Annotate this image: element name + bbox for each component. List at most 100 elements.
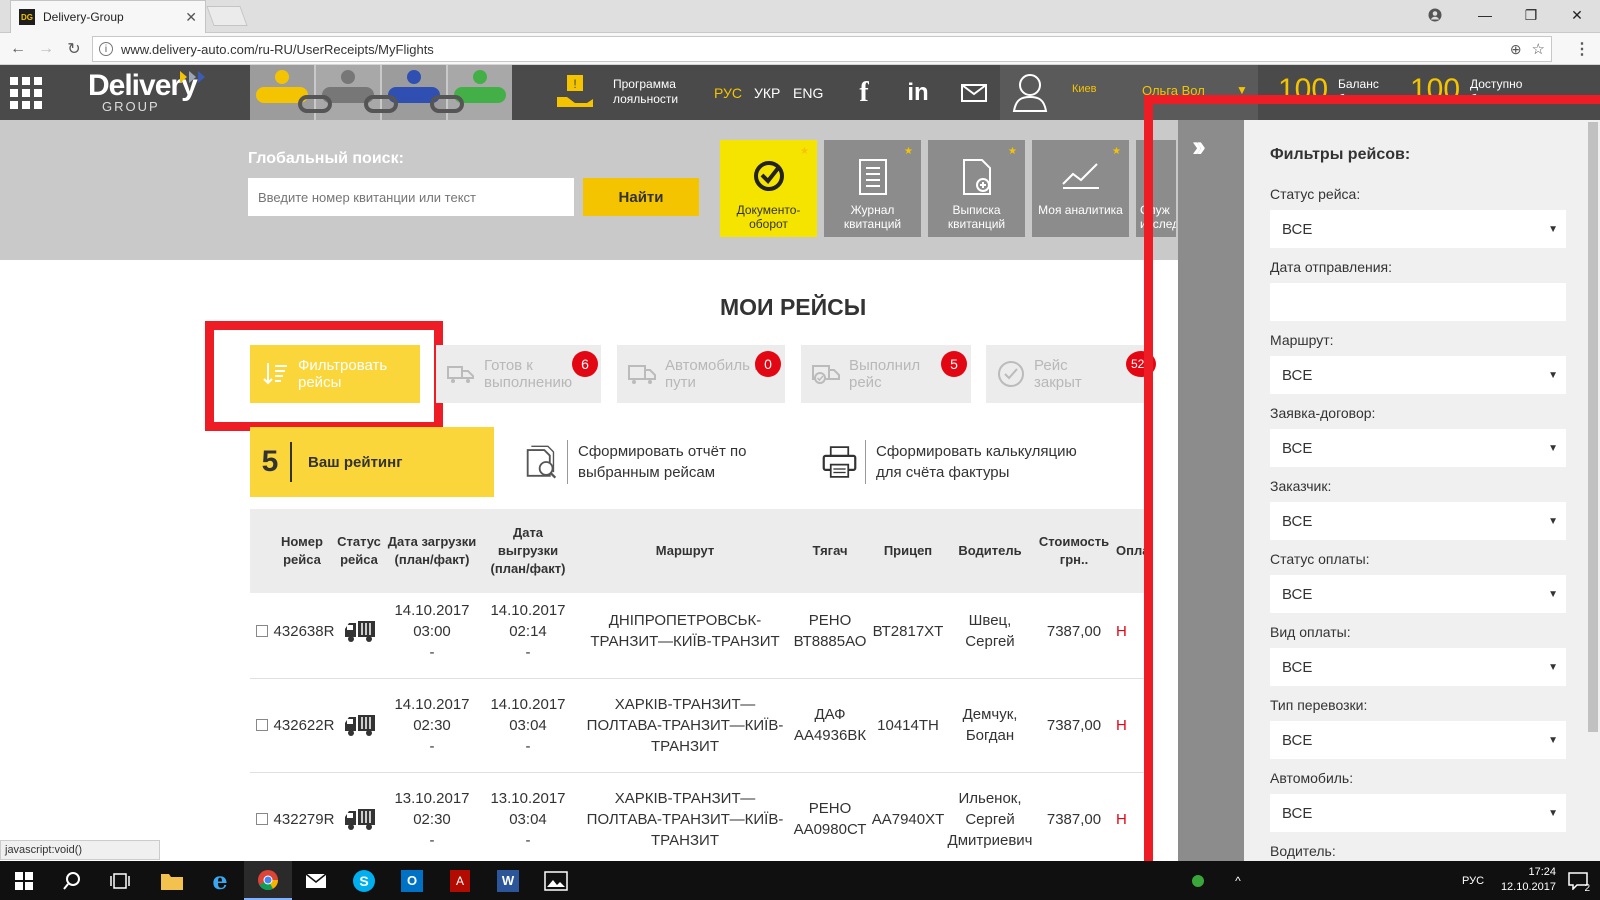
svg-text:!: ! xyxy=(573,77,576,91)
url-field[interactable]: i www.delivery-auto.com/ru-RU/UserReceip… xyxy=(92,36,1552,62)
unload-time: 03:04 xyxy=(509,716,547,734)
truck-plate: АА4936ВК xyxy=(793,727,867,744)
status-ready-button[interactable]: Готов к выполнению 6 xyxy=(436,345,601,403)
truck-cell: РЕНО ВТ8885АО xyxy=(794,583,867,679)
trailer-cell: ВТ2817ХТ xyxy=(872,622,944,640)
row-checkbox[interactable] xyxy=(255,625,268,637)
tile-receipts-journal[interactable]: ★ Журнал квитанций xyxy=(824,140,921,237)
outlook-icon[interactable]: O xyxy=(388,861,436,900)
logo-arrows-icon xyxy=(180,71,205,83)
row-checkbox[interactable] xyxy=(255,719,268,731)
browser-tab[interactable]: DG Delivery-Group ✕ xyxy=(10,0,206,33)
flight-number-cell: 432279R xyxy=(254,771,336,867)
site-favicon: DG xyxy=(19,9,35,25)
tile-label: Моя аналитика xyxy=(1038,203,1123,217)
lang-ru[interactable]: РУС xyxy=(714,85,742,101)
loyalty-program-link[interactable]: Программа лояльности xyxy=(613,77,693,107)
windows-start-icon[interactable] xyxy=(0,861,48,900)
site-info-icon[interactable]: i xyxy=(99,42,113,56)
reload-icon[interactable]: ↻ xyxy=(62,37,86,61)
status-completed-button[interactable]: Выполнил рейс 5 xyxy=(801,345,971,403)
tab-close-icon[interactable]: ✕ xyxy=(185,9,197,26)
table-row[interactable]: 432622R 14.10.2017 02:30 - 14.10.2017 03:04 - Х… xyxy=(250,677,1150,773)
tile-receipts-statement[interactable]: ★ Выписка квитанций xyxy=(928,140,1025,237)
load-date-cell: 14.10.2017 03:00 - xyxy=(386,583,478,679)
apps-grid-icon[interactable] xyxy=(10,77,44,109)
linkedin-icon[interactable]: in xyxy=(900,75,936,111)
photos-icon[interactable] xyxy=(532,861,580,900)
tile-document-flow[interactable]: ★ Документо-оборот xyxy=(720,140,817,237)
lang-ua[interactable]: УКР xyxy=(754,85,780,101)
tile-analytics[interactable]: ★ Моя аналитика xyxy=(1032,140,1129,237)
pdf-reader-icon[interactable]: A xyxy=(436,861,484,900)
close-window-button[interactable]: ✕ xyxy=(1554,0,1600,30)
th-driver[interactable]: Водитель xyxy=(948,509,1032,593)
loyalty-icon[interactable]: ! xyxy=(555,75,595,111)
tile-label: Документо-оборот xyxy=(736,203,801,231)
flight-number[interactable]: 432279R xyxy=(274,809,335,830)
notifications-icon[interactable]: 2 xyxy=(1560,861,1596,900)
route-cell: ХАРКІВ-ТРАНЗИТ—ПОЛТАВА-ТРАНЗИТ—КИЇВ-ТРАН… xyxy=(586,789,784,849)
bookmark-star-icon[interactable]: ☆ xyxy=(1532,40,1545,58)
restore-button[interactable]: ❐ xyxy=(1508,0,1554,30)
clock[interactable]: 17:24 12.10.2017 xyxy=(1501,865,1556,895)
file-explorer-icon[interactable] xyxy=(148,861,196,900)
load-time: 03:00 xyxy=(413,622,451,640)
table-row[interactable]: 432279R 13.10.2017 02:30 - 13.10.2017 03:04 - Х… xyxy=(250,771,1150,867)
back-icon[interactable]: ← xyxy=(6,37,30,61)
th-unload-date[interactable]: Дата выгрузки (план/факт) xyxy=(486,509,570,593)
flight-number[interactable]: 432638R xyxy=(274,621,335,642)
word-icon[interactable]: W xyxy=(484,861,532,900)
search-icon[interactable] xyxy=(48,861,96,900)
table-row[interactable]: 432638R 14.10.2017 03:00 - 14.10.2017 02:14 - Д… xyxy=(250,583,1150,679)
tray-green-icon[interactable] xyxy=(1188,861,1208,900)
chain-people-icon xyxy=(250,65,512,120)
mail-app-icon[interactable] xyxy=(292,861,340,900)
star-icon: ★ xyxy=(800,146,809,157)
task-view-icon[interactable] xyxy=(96,861,144,900)
unload-date-cell: 13.10.2017 03:04 - xyxy=(482,771,574,867)
form-calc-link[interactable]: Сформировать калькуляцию для счёта факту… xyxy=(822,437,1096,487)
row-checkbox[interactable] xyxy=(255,813,268,825)
th-status[interactable]: Статус рейса xyxy=(336,509,382,593)
flight-number[interactable]: 432622R xyxy=(274,715,335,736)
th-trailer[interactable]: Прицеп xyxy=(870,509,946,593)
tray-arrow-icon[interactable]: ^ xyxy=(1228,861,1248,900)
url-text: www.delivery-auto.com/ru-RU/UserReceipts… xyxy=(121,41,434,57)
clock-time: 17:24 xyxy=(1528,866,1556,878)
status-closed-button[interactable]: Рейс закрыт 520 xyxy=(986,345,1156,403)
status-label: Готов к выполнению xyxy=(484,357,573,391)
th-truck[interactable]: Тягач xyxy=(795,509,865,593)
status-count-badge: 5 xyxy=(941,351,967,377)
check-circle-icon xyxy=(996,359,1026,389)
skype-icon[interactable]: S xyxy=(340,861,388,900)
chain-banner xyxy=(250,65,512,120)
status-label: Рейс закрыт xyxy=(1034,357,1082,391)
th-route[interactable]: Маршрут xyxy=(580,509,790,593)
zoom-icon[interactable]: ⊕ xyxy=(1510,41,1522,58)
th-load-date[interactable]: Дата загрузки (план/факт) xyxy=(386,509,478,593)
forward-icon[interactable]: → xyxy=(34,37,58,61)
th-cost[interactable]: Стоимость грн.. xyxy=(1036,509,1112,593)
search-button[interactable]: Найти xyxy=(583,178,699,216)
load-date-cell: 14.10.2017 02:30 - xyxy=(386,677,478,773)
highlight-frame xyxy=(205,321,443,431)
minimize-button[interactable]: — xyxy=(1462,0,1508,30)
lang-en[interactable]: ENG xyxy=(793,85,823,101)
menu-icon[interactable]: ⋮ xyxy=(1570,37,1594,61)
input-language[interactable]: РУС xyxy=(1458,861,1488,900)
form-report-link[interactable]: Сформировать отчёт по выбранным рейсам xyxy=(524,437,768,487)
mail-icon[interactable] xyxy=(956,75,992,111)
facebook-icon[interactable]: f xyxy=(846,75,882,111)
search-input[interactable] xyxy=(248,178,574,216)
new-tab-button[interactable] xyxy=(206,6,248,26)
th-num[interactable]: Номер рейса xyxy=(272,509,332,593)
internet-explorer-icon[interactable]: e xyxy=(196,861,244,900)
tab-title: Delivery-Group xyxy=(43,10,124,24)
cost-cell: 7387,00 xyxy=(1046,716,1102,734)
unload-date: 14.10.2017 xyxy=(490,601,566,619)
profile-icon[interactable] xyxy=(1412,0,1458,30)
logo-subtext: GROUP xyxy=(102,99,160,114)
chrome-icon[interactable] xyxy=(244,861,292,900)
status-in-transit-button[interactable]: Автомобиль в пути 0 xyxy=(617,345,785,403)
